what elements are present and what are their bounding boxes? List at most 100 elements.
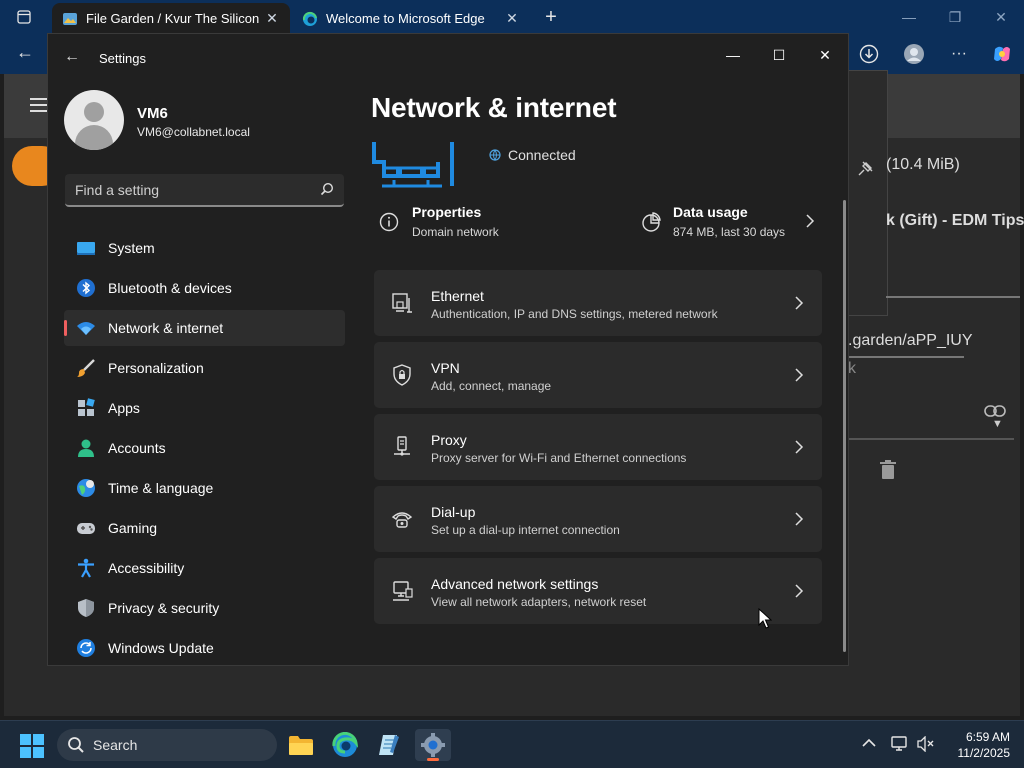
profile-icon[interactable] — [899, 40, 929, 68]
search-icon — [68, 737, 84, 753]
show-hidden-icons-chevron-up-icon[interactable] — [862, 735, 876, 751]
card-proxy[interactable]: Proxy Proxy server for Wi-Fi and Etherne… — [374, 414, 822, 480]
notepad-icon[interactable] — [371, 729, 407, 761]
card-dial-up[interactable]: Dial-up Set up a dial-up internet connec… — [374, 486, 822, 552]
close-tab-icon[interactable]: ✕ — [264, 10, 280, 27]
card-ethernet[interactable]: Ethernet Authentication, IP and DNS sett… — [374, 270, 822, 336]
card-subtitle: Authentication, IP and DNS settings, met… — [431, 307, 718, 321]
data-usage-link[interactable]: Data usage 874 MB, last 30 days — [641, 204, 821, 244]
back-arrow-icon[interactable]: ← — [64, 48, 80, 66]
close-icon[interactable]: ✕ — [978, 4, 1024, 30]
chevron-right-icon — [795, 584, 804, 598]
pin-icon[interactable] — [856, 160, 874, 183]
network-monitor-icon[interactable] — [891, 736, 909, 755]
back-arrow-icon[interactable]: ← — [16, 42, 34, 63]
nav-label: Windows Update — [108, 640, 214, 656]
taskbar-search-label: Search — [93, 737, 138, 753]
edge-icon[interactable] — [327, 729, 363, 761]
downloads-icon[interactable] — [854, 40, 884, 68]
nav-item-personalization[interactable]: Personalization — [64, 350, 345, 386]
minimize-icon[interactable]: — — [886, 4, 932, 30]
search-input[interactable] — [65, 174, 305, 205]
nav-item-windows-update[interactable]: Windows Update — [64, 630, 345, 666]
file-explorer-icon[interactable] — [283, 729, 319, 761]
nav-label: Personalization — [108, 360, 204, 376]
chevron-right-icon — [795, 296, 804, 310]
nav-label: Gaming — [108, 520, 158, 536]
windows-start-icon[interactable] — [20, 734, 44, 758]
search-box[interactable] — [65, 174, 344, 207]
tab-actions-icon[interactable] — [10, 7, 38, 27]
data-usage-subtitle: 874 MB, last 30 days — [673, 225, 786, 239]
proxy-server-icon — [394, 436, 410, 456]
hamburger-menu-icon[interactable] — [30, 98, 48, 112]
nav-item-accessibility[interactable]: Accessibility — [64, 550, 345, 586]
nav-item-bluetooth[interactable]: Bluetooth & devices — [64, 270, 345, 306]
search-icon[interactable] — [320, 182, 334, 196]
settings-nav: System Bluetooth & devices Network & int… — [64, 230, 345, 670]
new-tab-icon[interactable]: + — [538, 6, 564, 28]
tab-edge-welcome[interactable]: Welcome to Microsoft Edge ✕ — [292, 3, 530, 34]
update-icon — [77, 639, 95, 657]
nav-item-network[interactable]: Network & internet — [64, 310, 345, 346]
card-subtitle: Add, connect, manage — [431, 379, 552, 393]
globe-icon — [489, 149, 501, 161]
trash-icon[interactable] — [880, 460, 896, 480]
nav-label: Privacy & security — [108, 600, 220, 616]
nav-item-gaming[interactable]: Gaming — [64, 510, 345, 546]
connection-status: Connected — [489, 147, 576, 163]
tab-title: File Garden / Kvur The Silicon — [86, 11, 260, 26]
card-subtitle: Proxy server for Wi-Fi and Ethernet conn… — [431, 451, 687, 465]
more-options-icon[interactable]: ··· — [944, 40, 974, 68]
brush-icon — [77, 359, 95, 377]
accessibility-icon — [78, 558, 94, 578]
dropdown-arrow-icon[interactable]: ▼ — [992, 418, 1003, 430]
settings-gear-icon[interactable] — [415, 729, 451, 761]
apps-icon — [78, 398, 95, 416]
time-text: 6:59 AM — [965, 730, 1010, 744]
nav-item-apps[interactable]: Apps — [64, 390, 345, 426]
clock[interactable]: 6:59 AM 11/2/2025 — [944, 729, 1011, 761]
url-underline — [848, 356, 964, 358]
nav-label: Time & language — [108, 480, 214, 496]
avatar[interactable] — [64, 90, 124, 150]
chevron-right-icon — [806, 214, 815, 228]
close-tab-icon[interactable]: ✕ — [504, 10, 520, 27]
nav-item-accounts[interactable]: Accounts — [64, 430, 345, 466]
nav-item-time-language[interactable]: Time & language — [64, 470, 345, 506]
properties-subtitle: Domain network — [412, 225, 499, 239]
dial-up-phone-icon — [391, 512, 413, 528]
nav-label: Network & internet — [108, 320, 224, 336]
scrollbar[interactable] — [843, 200, 846, 652]
taskbar: Search 6:59 AM 11/2/2025 — [0, 720, 1024, 768]
user-name: VM6 — [137, 105, 168, 122]
gamepad-icon — [77, 523, 95, 534]
volume-muted-icon[interactable] — [917, 735, 935, 755]
card-vpn[interactable]: VPN Add, connect, manage — [374, 342, 822, 408]
chevron-right-icon — [795, 368, 804, 382]
ethernet-network-icon — [372, 142, 454, 188]
url-text[interactable]: .garden/aPP_IUY — [848, 332, 973, 350]
file-garden-favicon-icon — [63, 12, 77, 25]
nav-label: System — [108, 240, 155, 256]
tab-title: Welcome to Microsoft Edge — [326, 11, 485, 26]
nav-item-system[interactable]: System — [64, 230, 345, 266]
taskbar-search[interactable]: Search — [57, 729, 277, 761]
pie-chart-icon — [642, 212, 661, 232]
link-text[interactable]: k — [848, 360, 856, 378]
bluetooth-icon — [77, 279, 95, 297]
file-size-text: (10.4 MiB) — [886, 156, 960, 173]
wifi-icon — [77, 322, 95, 335]
card-advanced-network-settings[interactable]: Advanced network settings View all netwo… — [374, 558, 822, 624]
copilot-icon[interactable] — [987, 40, 1017, 68]
page-title: Network & internet — [371, 92, 617, 123]
nav-item-privacy-security[interactable]: Privacy & security — [64, 590, 345, 626]
tab-file-garden[interactable]: File Garden / Kvur The Silicon ✕ — [52, 3, 290, 34]
status-text: Connected — [508, 147, 576, 163]
chevron-right-icon — [795, 512, 804, 526]
nav-label: Accessibility — [108, 560, 185, 576]
tab-strip: File Garden / Kvur The Silicon ✕ Welcome… — [0, 0, 1024, 34]
properties-title: Properties — [412, 204, 482, 220]
properties-link[interactable]: Properties Domain network — [379, 204, 599, 244]
restore-icon[interactable]: ❐ — [932, 4, 978, 30]
